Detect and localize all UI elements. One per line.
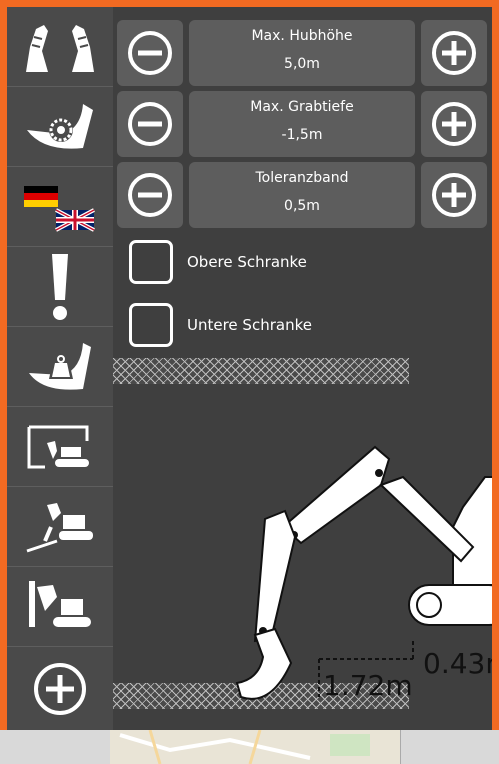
bottom-tab-right[interactable]	[400, 730, 499, 764]
add-button[interactable]	[7, 647, 113, 731]
excavator-view-icon	[27, 425, 89, 468]
language-button[interactable]	[7, 167, 113, 247]
excavator-slope-icon	[26, 502, 93, 552]
excavator-slope-button[interactable]	[7, 487, 113, 567]
language-flags-icon	[24, 185, 95, 232]
excavator-view-button[interactable]	[7, 407, 113, 487]
bottom-tab-left[interactable]	[0, 730, 111, 764]
bucket-weight-button[interactable]	[7, 327, 113, 407]
bucket-settings-button[interactable]	[7, 87, 113, 167]
map-roads-icon	[119, 730, 370, 764]
vertical-measurement: 0.43m	[423, 647, 492, 680]
app-frame: Max. Hubhöhe 5,0m Max. Grabtiefe -1,5m T…	[0, 0, 499, 764]
warning-button[interactable]	[7, 247, 113, 327]
excavator-depth-icon	[29, 580, 91, 627]
add-icon	[34, 663, 86, 715]
bottom-bar	[0, 730, 499, 764]
horizontal-measurement: 1.72m	[323, 669, 413, 702]
joystick-button[interactable]	[7, 7, 113, 87]
bucket-weight-icon	[29, 342, 91, 390]
map-preview[interactable]	[110, 730, 400, 764]
warning-icon	[52, 253, 68, 320]
excavator-illustration	[235, 445, 492, 700]
joystick-icon	[26, 24, 94, 72]
bucket-settings-icon	[27, 103, 93, 149]
sidebar	[7, 7, 113, 731]
excavator-depth-button[interactable]	[7, 567, 113, 647]
main-panel: Max. Hubhöhe 5,0m Max. Grabtiefe -1,5m T…	[113, 7, 492, 731]
